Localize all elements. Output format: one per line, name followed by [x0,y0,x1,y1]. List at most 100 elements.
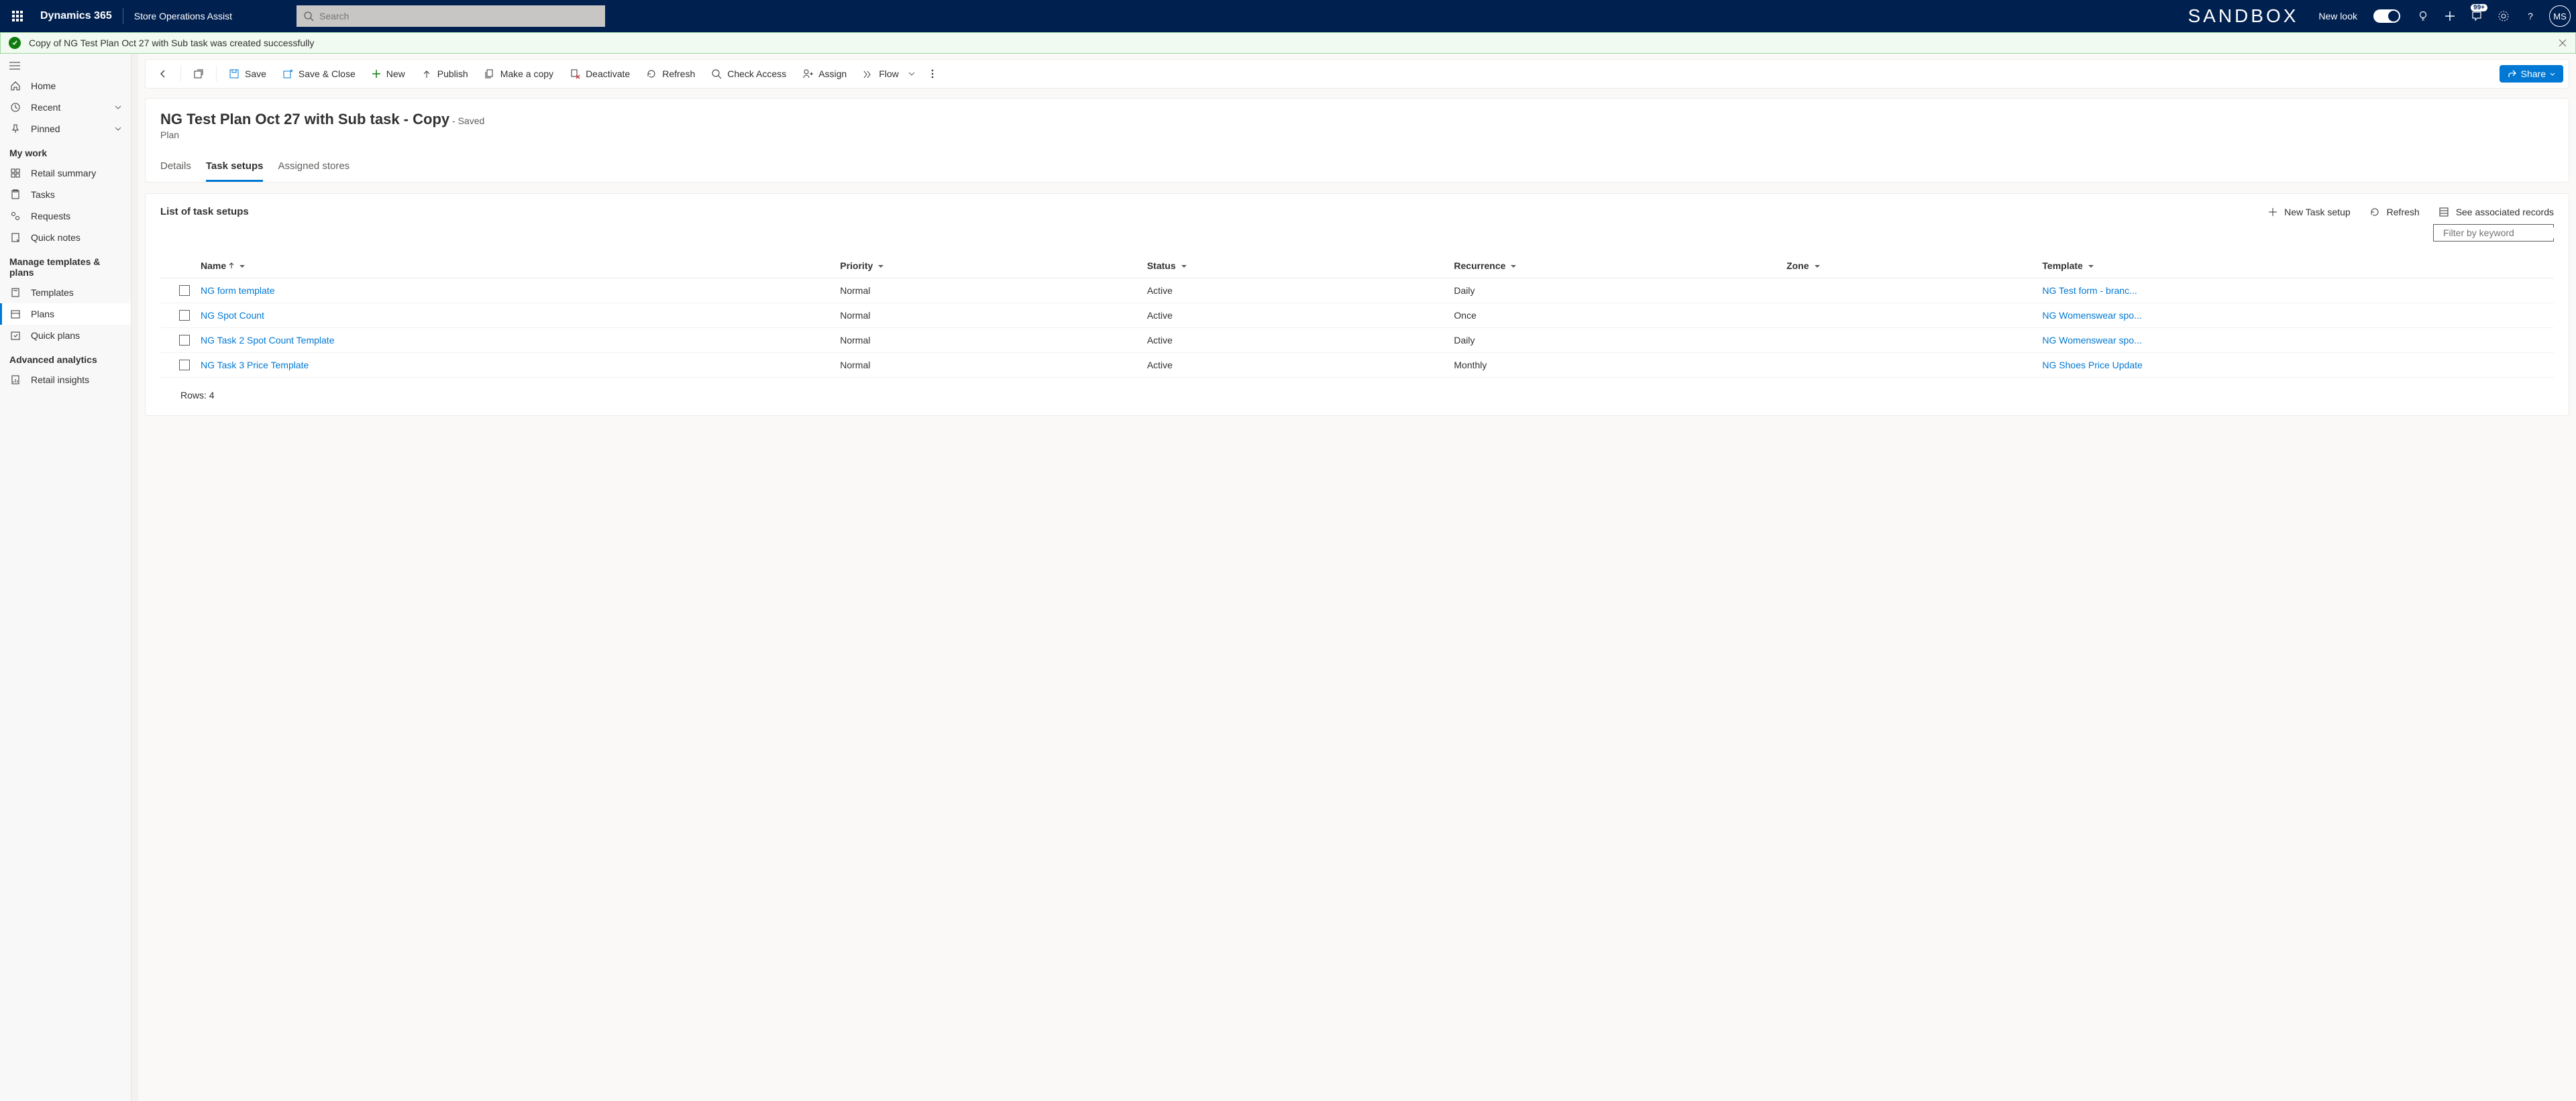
nav-plans[interactable]: Plans [0,303,131,325]
nav-templates[interactable]: Templates [0,282,131,303]
new-look-label: New look [2312,11,2364,21]
help-icon[interactable]: ? [2517,0,2544,32]
add-icon[interactable] [2436,0,2463,32]
nav-quickplans[interactable]: Quick plans [0,325,131,346]
row-template-link[interactable]: NG Womenswear spo... [2042,310,2554,321]
form-tabs: Details Task setups Assigned stores [160,155,2554,182]
search-container [297,5,605,27]
cmd-label: Flow [879,68,899,79]
flow-button[interactable]: Flow [856,64,922,83]
row-priority: Normal [840,310,1147,321]
chevron-down-icon [115,127,121,131]
save-close-button[interactable]: Save & Close [276,64,362,83]
new-button[interactable]: New [365,64,412,83]
hamburger-icon[interactable] [0,56,131,75]
list-title: List of task setups [160,206,249,217]
banner-close-icon[interactable] [2558,38,2567,48]
cmd-label: Publish [437,68,468,79]
col-name[interactable]: Name [201,260,840,271]
assistant-icon[interactable]: 99+ [2463,0,2490,32]
row-name-link[interactable]: NG Spot Count [201,310,840,321]
filter-input[interactable] [2443,227,2565,238]
chevron-down-icon [237,260,245,271]
row-name-link[interactable]: NG form template [201,285,840,296]
row-status: Active [1147,335,1454,346]
insights-icon [9,374,21,385]
success-check-icon [9,37,21,49]
row-priority: Normal [840,285,1147,296]
nav-home[interactable]: Home [0,75,131,97]
template-icon [9,287,21,298]
search-input[interactable] [297,5,605,27]
chevron-down-icon [1508,260,1516,271]
cmd-label: Save & Close [299,68,356,79]
divider [216,66,217,82]
row-name-link[interactable]: NG Task 3 Price Template [201,360,840,370]
nav-tasks[interactable]: Tasks [0,184,131,205]
row-template-link[interactable]: NG Shoes Price Update [2042,360,2554,370]
row-checkbox[interactable] [179,360,190,370]
make-copy-button[interactable]: Make a copy [478,64,560,83]
list-refresh-button[interactable]: Refresh [2369,207,2420,217]
nav-requests[interactable]: Requests [0,205,131,227]
table-row[interactable]: NG Spot Count Normal Active Once NG Wome… [160,303,2554,328]
back-button[interactable] [151,64,175,83]
table-row[interactable]: NG Task 2 Spot Count Template Normal Act… [160,328,2554,353]
table-row[interactable]: NG Task 3 Price Template Normal Active M… [160,353,2554,378]
note-icon [9,232,21,243]
see-associated-button[interactable]: See associated records [2438,207,2554,217]
nav-quicknotes[interactable]: Quick notes [0,227,131,248]
row-name-link[interactable]: NG Task 2 Spot Count Template [201,335,840,346]
tab-details[interactable]: Details [160,155,191,182]
sort-asc-icon [229,262,234,269]
action-label: See associated records [2456,207,2554,217]
settings-icon[interactable] [2490,0,2517,32]
refresh-button[interactable]: Refresh [639,64,702,83]
command-bar: Save Save & Close New Publish Make a cop… [145,59,2569,89]
clipboard-icon [9,189,21,200]
col-zone[interactable]: Zone [1786,260,2042,271]
row-template-link[interactable]: NG Test form - branc... [2042,285,2554,296]
requests-icon [9,211,21,221]
tab-assigned-stores[interactable]: Assigned stores [278,155,350,182]
row-priority: Normal [840,360,1147,370]
share-button[interactable]: Share [2500,65,2563,83]
row-checkbox[interactable] [179,335,190,346]
tab-task-setups[interactable]: Task setups [206,155,264,182]
col-recurrence[interactable]: Recurrence [1454,260,1786,271]
assign-button[interactable]: Assign [796,64,853,83]
nav-recent[interactable]: Recent [0,97,131,118]
app-launcher-icon[interactable] [5,4,30,28]
row-checkbox[interactable] [179,310,190,321]
cmd-label: Assign [818,68,847,79]
new-task-setup-button[interactable]: New Task setup [2268,207,2351,217]
product-brand[interactable]: Dynamics 365 [30,10,123,22]
table-row[interactable]: NG form template Normal Active Daily NG … [160,278,2554,303]
row-template-link[interactable]: NG Womenswear spo... [2042,335,2554,346]
col-status[interactable]: Status [1147,260,1454,271]
publish-button[interactable]: Publish [415,64,475,83]
row-status: Active [1147,360,1454,370]
row-status: Active [1147,285,1454,296]
col-priority[interactable]: Priority [840,260,1147,271]
sidebar-scrollbar[interactable] [131,54,138,1101]
user-avatar[interactable]: MS [2549,5,2571,27]
col-template[interactable]: Template [2042,260,2554,271]
check-access-button[interactable]: Check Access [704,64,793,83]
cmd-label: Deactivate [586,68,630,79]
new-look-toggle[interactable] [2373,9,2400,23]
divider [180,66,181,82]
row-checkbox[interactable] [179,285,190,296]
lightbulb-icon[interactable] [2410,0,2436,32]
open-new-window-button[interactable] [186,64,211,83]
nav-retail-summary[interactable]: Retail summary [0,162,131,184]
nav-sidebar: Home Recent Pinned My work Retail summar… [0,54,131,1101]
deactivate-button[interactable]: Deactivate [563,64,637,83]
overflow-button[interactable] [924,64,941,83]
save-button[interactable]: Save [222,64,273,83]
app-name[interactable]: Store Operations Assist [123,11,243,21]
nav-pinned[interactable]: Pinned [0,118,131,140]
row-status: Active [1147,310,1454,321]
action-label: New Task setup [2284,207,2351,217]
nav-retail-insights[interactable]: Retail insights [0,369,131,390]
